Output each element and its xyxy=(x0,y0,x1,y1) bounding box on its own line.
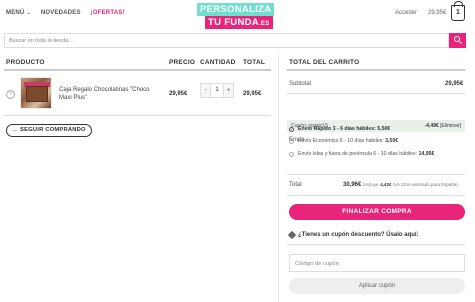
search-input[interactable]: Buscar en toda la tienda... xyxy=(4,33,449,48)
col-product-header: PRODUCTO xyxy=(6,59,45,66)
header-cart-price[interactable]: 29,95€ xyxy=(428,10,446,16)
novedades-link[interactable]: NOVEDADES xyxy=(41,10,81,16)
qty-input[interactable]: 1 xyxy=(210,84,224,97)
tag-icon xyxy=(287,230,297,240)
coupon-question: ¿Tienes un cupón descuento? Úsalo aquí: xyxy=(298,232,419,238)
column-divider xyxy=(278,55,279,302)
coupon-code-input[interactable]: Código de cupón xyxy=(289,254,465,272)
cart-icon[interactable]: 1 xyxy=(451,1,465,21)
col-total-header: TOTAL xyxy=(243,59,266,66)
main-nav: MENÚ ⌄ NOVEDADES ¡OFERTAS! xyxy=(6,10,125,16)
search-button[interactable] xyxy=(449,33,466,48)
shipping-radio-economico[interactable] xyxy=(289,139,294,144)
total-value: 30,96€ xyxy=(343,182,362,188)
cart-totals-title: TOTAL DEL CARRITO xyxy=(289,59,360,66)
product-price: 29,95€ xyxy=(169,91,188,97)
coupon-amount: -4,49€ xyxy=(424,123,439,129)
shipping-radio-islas[interactable] xyxy=(289,152,294,157)
site-header: MENÚ ⌄ NOVEDADES ¡OFERTAS! PERSONALIZA TU… xyxy=(0,0,475,30)
subtotal-value: 29,95€ xyxy=(445,81,464,87)
ofertas-link[interactable]: ¡OFERTAS! xyxy=(91,10,125,16)
row-divider xyxy=(4,115,271,116)
total-summary: 30,96€ (incluye 4,42€ IVA 21% estimado p… xyxy=(343,182,458,188)
logo-line2: TU FUNDA.ES xyxy=(205,16,273,29)
apply-coupon-button[interactable]: Aplicar cupón xyxy=(289,278,465,294)
product-total: 29,95€ xyxy=(243,91,262,97)
cart-count: 1 xyxy=(456,9,460,16)
table-header-divider xyxy=(4,69,271,71)
continue-shopping-button[interactable]: ← SEGUIR COMPRANDO xyxy=(6,124,92,137)
col-qty-header: CANTIDAD xyxy=(200,59,236,66)
shipping-option-rapido[interactable]: Envío Rápido 3 - 6 días hábiles: 5,50€ xyxy=(298,126,390,132)
qty-minus-button[interactable]: - xyxy=(201,84,210,97)
logo-line1: PERSONALIZA xyxy=(197,3,275,16)
coupon-remove-link[interactable]: [Eliminar] xyxy=(440,123,461,129)
product-thumbnail[interactable] xyxy=(20,77,52,109)
account-link[interactable]: Acceder xyxy=(395,10,417,16)
shipping-option-islas[interactable]: Envío Islas y fuera de península 6 - 10 … xyxy=(298,151,434,157)
remove-item-button[interactable]: × xyxy=(6,90,15,99)
shipping-option-economico[interactable]: Envío Económico 6 - 10 días hábiles: 3,5… xyxy=(298,138,398,144)
qty-plus-button[interactable]: + xyxy=(224,84,233,97)
checkout-button[interactable]: FINALIZAR COMPRA xyxy=(289,204,465,220)
product-name[interactable]: Caja Regalo Chocolatinas "Choco Maxi Plu… xyxy=(59,86,159,102)
col-price-header: PRECIO xyxy=(169,59,196,66)
total-label: Total xyxy=(289,182,302,188)
site-logo[interactable]: PERSONALIZA TU FUNDA.ES xyxy=(197,3,275,29)
subtotal-label: Subtotal xyxy=(289,81,312,87)
chevron-down-icon: ⌄ xyxy=(26,10,31,16)
menu-link[interactable]: MENÚ ⌄ xyxy=(6,10,31,16)
shipping-radio-rapido[interactable] xyxy=(289,127,294,132)
totals-header-divider xyxy=(287,69,465,71)
quantity-stepper[interactable]: - 1 + xyxy=(200,83,234,98)
